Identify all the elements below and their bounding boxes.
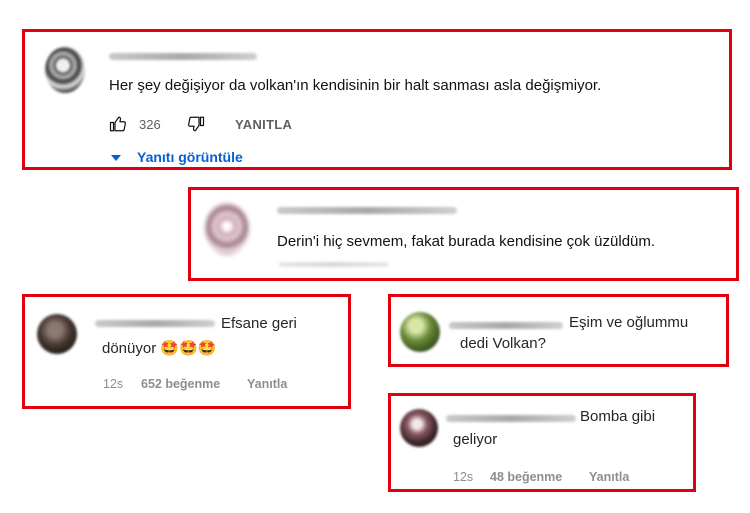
likes-count[interactable]: 652 beğenme xyxy=(141,377,220,391)
actions-redacted xyxy=(279,262,389,267)
star-struck-emoji: 🤩 xyxy=(179,340,198,357)
reply-button[interactable]: Yanıtla xyxy=(247,377,287,391)
star-struck-emoji: 🤩 xyxy=(160,340,180,357)
reply-button[interactable]: YANITLA xyxy=(235,117,292,132)
avatar[interactable] xyxy=(205,203,249,255)
comment-time: 12s xyxy=(453,470,474,484)
comment-text-line2: dedi Volkan? xyxy=(460,335,546,352)
comment-card-youtube-2: Derin'i hiç sevmem, fakat burada kendisi… xyxy=(188,187,739,281)
like-icon[interactable] xyxy=(109,115,127,133)
username-redacted[interactable] xyxy=(446,415,576,422)
comment-card-instagram-1: Efsane geri dönüyor 🤩🤩🤩 12s 652 beğenme … xyxy=(22,294,351,409)
star-struck-emoji: 🤩 xyxy=(197,340,217,357)
like-count: 326 xyxy=(139,117,161,132)
view-replies-button[interactable]: Yanıtı görüntüle xyxy=(137,149,243,165)
avatar[interactable] xyxy=(400,312,440,352)
comment-text-line2: dönüyor 🤩🤩🤩 xyxy=(102,339,216,357)
comment-text: Derin'i hiç sevmem, fakat burada kendisi… xyxy=(277,233,656,250)
comment-text-word: dönüyor xyxy=(102,340,157,357)
avatar[interactable] xyxy=(45,47,85,93)
comment-text-line1: Efsane geri xyxy=(221,315,297,332)
username-redacted[interactable] xyxy=(109,53,257,60)
comment-card-instagram-2: Eşim ve oğlummu dedi Volkan? xyxy=(388,294,729,367)
username-redacted[interactable] xyxy=(95,320,215,327)
dislike-icon[interactable] xyxy=(187,115,205,133)
comment-text-line2: geliyor xyxy=(453,431,498,448)
avatar[interactable] xyxy=(400,409,438,447)
reply-button[interactable]: Yanıtla xyxy=(589,470,629,484)
username-redacted[interactable] xyxy=(449,322,563,329)
comment-text-line1: Bomba gibi xyxy=(580,408,656,425)
username-redacted[interactable] xyxy=(277,207,457,214)
comment-time: 12s xyxy=(103,377,124,391)
comment-text-line1: Eşim ve oğlummu xyxy=(569,314,689,331)
comment-text: Her şey değişiyor da volkan'ın kendisini… xyxy=(109,77,602,94)
avatar[interactable] xyxy=(37,314,77,354)
comment-card-youtube-1: Her şey değişiyor da volkan'ın kendisini… xyxy=(22,29,732,170)
chevron-down-icon[interactable] xyxy=(111,155,121,161)
comment-card-instagram-3: Bomba gibi geliyor 12s 48 beğenme Yanıtl… xyxy=(388,393,696,492)
likes-count[interactable]: 48 beğenme xyxy=(490,470,562,484)
